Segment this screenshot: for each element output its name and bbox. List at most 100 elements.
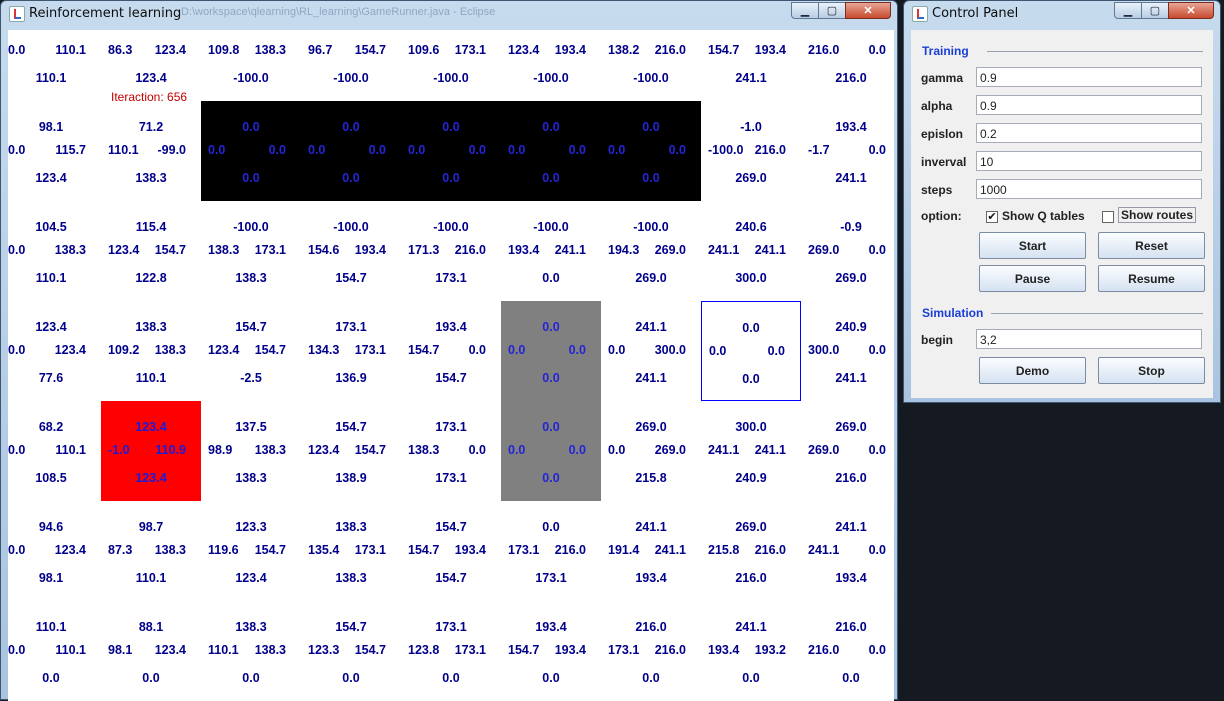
grid-cell-normal[interactable]: -100.0 193.4 241.1 0.0: [501, 201, 601, 301]
cp-close-button[interactable]: ✕: [1168, 2, 1214, 19]
grid-cell-normal[interactable]: 241.1 0.0 300.0 241.1: [601, 301, 701, 401]
grid-cell-normal[interactable]: 0.0 173.1 216.0 173.1: [501, 501, 601, 601]
grid-cell-normal[interactable]: 68.2 0.0 110.1 108.5: [8, 401, 101, 501]
grid-cell-normal[interactable]: 123.3 119.6 154.7 123.4: [201, 501, 301, 601]
q-value-down: 173.1: [535, 571, 567, 585]
grid-cell-normal[interactable]: 173.1 134.3 173.1 136.9: [301, 301, 401, 401]
grid-cell-normal[interactable]: 240.6 241.1 241.1 300.0: [701, 201, 801, 301]
grid-cell-normal[interactable]: 138.3 135.4 173.1 138.3: [301, 501, 401, 601]
steps-input[interactable]: 1000: [976, 179, 1202, 199]
grid-cell-normal[interactable]: 193.4 154.7 193.4 0.0: [501, 601, 601, 701]
epsilon-input[interactable]: 0.2: [976, 123, 1202, 143]
grid-cell-normal[interactable]: 193.4 -1.7 0.0 241.1: [801, 101, 894, 201]
grid-cell-normal[interactable]: 241.1 191.4 241.1 193.4: [601, 501, 701, 601]
alpha-input[interactable]: 0.9: [976, 95, 1202, 115]
grid-cell-normal[interactable]: -0.9 269.0 0.0 269.0: [801, 201, 894, 301]
grid-cell-normal[interactable]: 241.1 241.1 0.0 193.4: [801, 501, 894, 601]
grid-cell-normal[interactable]: 138.2 216.0 -100.0: [601, 30, 701, 101]
grid-cell-normal[interactable]: 173.1 123.8 173.1 0.0: [401, 601, 501, 701]
grid-cell-normal[interactable]: 109.8 138.3 -100.0: [201, 30, 301, 101]
grid-cell-normal[interactable]: 154.7 193.4 241.1: [701, 30, 801, 101]
grid-cell-normal[interactable]: 269.0 215.8 216.0 216.0: [701, 501, 801, 601]
grid-cell-normal[interactable]: 154.7 123.4 154.7 138.9: [301, 401, 401, 501]
close-button[interactable]: ✕: [845, 2, 891, 19]
minimize-button[interactable]: ▁: [791, 2, 819, 19]
control-panel-titlebar[interactable]: Control Panel ▁ ▢ ✕: [904, 1, 1220, 27]
cp-minimize-button[interactable]: ▁: [1114, 2, 1142, 19]
q-value-left: 191.4: [608, 543, 640, 557]
grid-cell-normal[interactable]: 98.1 0.0 115.7 123.4: [8, 101, 101, 201]
grid-cell-wall[interactable]: 0.0 0.0 0.0 0.0: [501, 401, 601, 501]
q-value-down: 173.1: [435, 271, 467, 285]
grid-cell-normal[interactable]: -100.0 171.3 216.0 173.1: [401, 201, 501, 301]
grid-window-titlebar[interactable]: Reinforcement learning D:\workspace\qlea…: [1, 1, 897, 27]
grid-cell-goal[interactable]: 0.0 0.0 0.0 0.0: [701, 301, 801, 401]
q-value-left: 0.0: [8, 643, 26, 657]
grid-cell-normal[interactable]: 269.0 0.0 269.0 215.8: [601, 401, 701, 501]
grid-cell-normal[interactable]: -1.0 -100.0 216.0 269.0: [701, 101, 801, 201]
grid-cell-normal[interactable]: 110.1 0.0 110.1 0.0: [8, 601, 101, 701]
grid-cell-normal[interactable]: 138.3 110.1 138.3 0.0: [201, 601, 301, 701]
grid-cell-normal[interactable]: 96.7 154.7 -100.0: [301, 30, 401, 101]
grid-cell-normal[interactable]: 123.4 193.4 -100.0: [501, 30, 601, 101]
grid-cell-normal[interactable]: 154.7 123.3 154.7 0.0: [301, 601, 401, 701]
grid-cell-obstacle[interactable]: 0.0 0.0 0.0 0.0: [201, 101, 301, 201]
grid-cell-normal[interactable]: 216.0 216.0 0.0 0.0: [801, 601, 894, 701]
q-value-up: 123.4: [135, 420, 167, 434]
show-q-tables-label[interactable]: Show Q tables: [1002, 209, 1085, 223]
grid-cell-normal[interactable]: 154.7 154.7 193.4 154.7: [401, 501, 501, 601]
stop-button[interactable]: Stop: [1098, 357, 1205, 384]
grid-cell-normal[interactable]: 109.6 173.1 -100.0: [401, 30, 501, 101]
grid-cell-normal[interactable]: 300.0 241.1 241.1 240.9: [701, 401, 801, 501]
grid-cell-normal[interactable]: 104.5 0.0 138.3 110.1: [8, 201, 101, 301]
reset-button[interactable]: Reset: [1098, 232, 1205, 259]
grid-cell-normal[interactable]: 193.4 154.7 0.0 154.7: [401, 301, 501, 401]
show-routes-label[interactable]: Show routes: [1118, 207, 1197, 223]
q-value-up: 0.0: [742, 321, 760, 335]
pause-button[interactable]: Pause: [979, 265, 1086, 292]
grid-cell-normal[interactable]: 173.1 138.3 0.0 173.1: [401, 401, 501, 501]
gamma-input[interactable]: 0.9: [976, 67, 1202, 87]
maximize-button[interactable]: ▢: [818, 2, 846, 19]
grid-cell-normal[interactable]: 123.4 0.0 123.4 77.6: [8, 301, 101, 401]
grid-cell-normal[interactable]: -100.0 154.6 193.4 154.7: [301, 201, 401, 301]
grid-cell-normal[interactable]: 137.5 98.9 138.3 138.3: [201, 401, 301, 501]
q-value-right: 154.7: [354, 443, 386, 457]
q-table-grid[interactable]: 0.0 110.1 110.1 86.3 123.4 123.4 109.8 138.3 -10…: [8, 30, 894, 701]
start-button[interactable]: Start: [979, 232, 1086, 259]
grid-cell-normal[interactable]: 241.1 193.4 193.2 0.0: [701, 601, 801, 701]
grid-cell-normal[interactable]: -100.0 194.3 269.0 269.0: [601, 201, 701, 301]
grid-cell-obstacle[interactable]: 0.0 0.0 0.0 0.0: [401, 101, 501, 201]
q-value-right: 241.1: [754, 443, 786, 457]
grid-cell-normal[interactable]: 115.4 123.4 154.7 122.8: [101, 201, 201, 301]
grid-cell-obstacle[interactable]: 0.0 0.0 0.0 0.0: [501, 101, 601, 201]
q-value-down: 138.3: [335, 571, 367, 585]
grid-cell-normal[interactable]: 154.7 123.4 154.7 -2.5: [201, 301, 301, 401]
show-q-tables-checkbox[interactable]: ✔: [986, 211, 998, 223]
grid-cell-obstacle[interactable]: 0.0 0.0 0.0 0.0: [301, 101, 401, 201]
show-routes-checkbox[interactable]: [1102, 211, 1114, 223]
interval-input[interactable]: 10: [976, 151, 1202, 171]
grid-cell-normal[interactable]: -100.0 138.3 173.1 138.3: [201, 201, 301, 301]
grid-cell-normal[interactable]: 240.9 300.0 0.0 241.1: [801, 301, 894, 401]
grid-cell-normal[interactable]: 0.0 110.1 110.1: [8, 30, 101, 101]
grid-cell-normal[interactable]: 269.0 269.0 0.0 216.0: [801, 401, 894, 501]
q-value-left: 215.8: [708, 543, 740, 557]
grid-cell-normal[interactable]: 98.7 87.3 138.3 110.1: [101, 501, 201, 601]
grid-cell-normal[interactable]: 94.6 0.0 123.4 98.1: [8, 501, 101, 601]
cp-maximize-button[interactable]: ▢: [1141, 2, 1169, 19]
q-value-down: 0.0: [442, 671, 460, 685]
begin-input[interactable]: 3,2: [976, 329, 1202, 349]
grid-cell-obstacle[interactable]: 0.0 0.0 0.0 0.0: [601, 101, 701, 201]
grid-cell-normal[interactable]: 88.1 98.1 123.4 0.0: [101, 601, 201, 701]
q-value-down: 216.0: [835, 71, 867, 85]
demo-button[interactable]: Demo: [979, 357, 1086, 384]
grid-cell-agent[interactable]: 123.4 -1.0 110.9 123.4: [101, 401, 201, 501]
grid-cell-normal[interactable]: 216.0 0.0 216.0: [801, 30, 894, 101]
grid-cell-normal[interactable]: 71.2 110.1 -99.0 138.3: [101, 101, 201, 201]
grid-cell-normal[interactable]: 216.0 173.1 216.0 0.0: [601, 601, 701, 701]
resume-button[interactable]: Resume: [1098, 265, 1205, 292]
grid-cell-normal[interactable]: 138.3 109.2 138.3 110.1: [101, 301, 201, 401]
grid-cell-wall[interactable]: 0.0 0.0 0.0 0.0: [501, 301, 601, 401]
q-value-left: 0.0: [608, 343, 626, 357]
